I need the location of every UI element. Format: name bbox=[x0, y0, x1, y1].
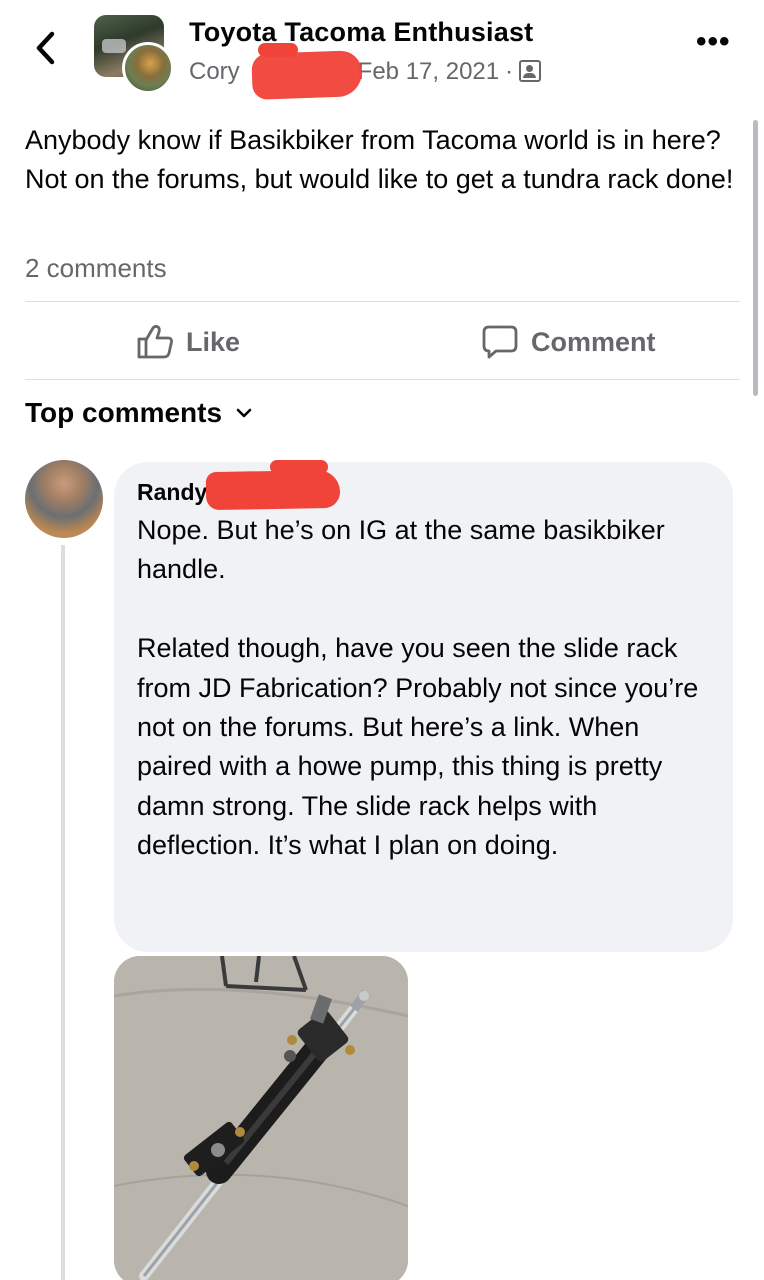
thumbs-up-icon bbox=[137, 325, 173, 359]
comment-label: Comment bbox=[531, 326, 656, 357]
post-page: Toyota Tacoma Enthusiast Cory Feb 17, 202… bbox=[0, 0, 764, 1280]
comment-photo-attachment[interactable] bbox=[114, 956, 408, 1280]
thread-line bbox=[61, 545, 65, 1280]
commenter-avatar[interactable] bbox=[25, 460, 103, 538]
back-button[interactable] bbox=[30, 28, 64, 68]
divider bbox=[25, 301, 740, 302]
scrollbar[interactable] bbox=[753, 120, 758, 396]
top-comments-label: Top comments bbox=[25, 397, 223, 428]
group-name[interactable]: Toyota Tacoma Enthusiast bbox=[189, 17, 533, 48]
steering-rack-photo bbox=[114, 956, 408, 1280]
divider bbox=[25, 379, 740, 380]
meta-separator: · bbox=[505, 58, 514, 85]
redaction-mark bbox=[205, 469, 341, 511]
top-comments-sort[interactable]: Top comments bbox=[25, 397, 252, 429]
post-text: Anybody know if Basikbiker from Tacoma w… bbox=[25, 125, 734, 194]
chevron-down-icon bbox=[236, 408, 252, 418]
post-meta: Cory Feb 17, 2021 · bbox=[189, 58, 542, 86]
comment-button[interactable]: Comment bbox=[481, 318, 656, 366]
more-options-button[interactable]: ••• bbox=[696, 27, 736, 57]
comment-text: Nope. But he’s on IG at the same basikbi… bbox=[137, 515, 699, 861]
commenter-name[interactable]: Randy bbox=[137, 479, 207, 506]
speech-bubble-icon bbox=[482, 325, 518, 359]
comment-count[interactable]: 2 comments bbox=[25, 253, 167, 284]
chevron-left-icon bbox=[36, 31, 55, 65]
author-name[interactable]: Cory bbox=[189, 58, 240, 85]
like-label: Like bbox=[186, 326, 241, 357]
like-button[interactable]: Like bbox=[136, 318, 240, 366]
more-horizontal-icon: ••• bbox=[696, 25, 731, 58]
post-date[interactable]: Feb 17, 2021 bbox=[358, 58, 499, 85]
public-group-icon bbox=[519, 60, 542, 82]
redaction-mark bbox=[251, 50, 363, 100]
author-avatar[interactable] bbox=[122, 42, 174, 94]
